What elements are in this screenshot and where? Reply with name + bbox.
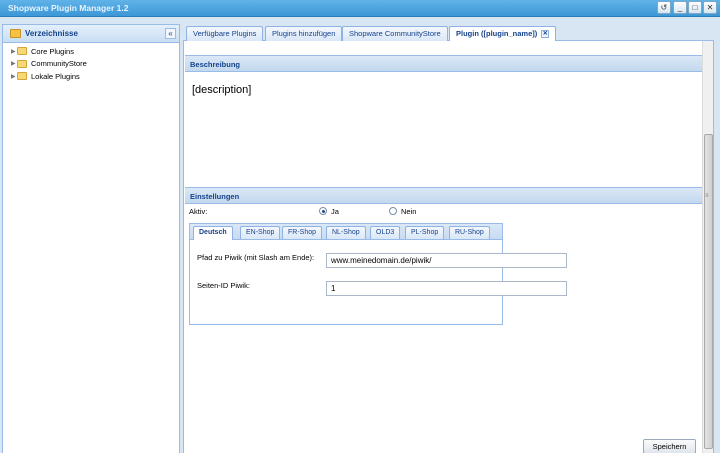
shop-settings-box: Deutsch EN-Shop FR-Shop NL-Shop OLD3 PL-… — [189, 223, 567, 325]
window-title: Shopware Plugin Manager 1.2 — [8, 3, 129, 13]
folder-icon — [17, 47, 27, 56]
active-no-radio[interactable] — [389, 207, 397, 215]
active-label: Aktiv: — [189, 207, 208, 216]
vertical-scrollbar[interactable]: ≡ — [702, 41, 713, 453]
shop-tab-en[interactable]: EN-Shop — [240, 226, 281, 239]
tree-item-lokale-plugins[interactable]: ▶ Lokale Plugins — [3, 70, 179, 83]
active-no-label: Nein — [401, 207, 417, 216]
app-body: Verzeichnisse « ▶ Core Plugins ▶ Communi… — [0, 17, 720, 453]
tree-item-core-plugins[interactable]: ▶ Core Plugins — [3, 45, 179, 58]
tab-plugins-hinzufuegen[interactable]: Plugins hinzufügen — [265, 26, 343, 41]
tab-shopware-communitystore[interactable]: Shopware CommunityStore — [342, 26, 448, 41]
collapse-panel-button[interactable]: « — [165, 28, 176, 39]
tab-label: Verfügbare Plugins — [193, 29, 257, 38]
tree-item-label: Core Plugins — [31, 46, 74, 56]
folder-icon — [10, 29, 21, 38]
settings-heading: Einstellungen — [190, 192, 240, 201]
close-tab-icon[interactable]: ✕ — [541, 30, 550, 39]
piwik-path-label: Pfad zu Piwik (mit Slash am Ende): — [197, 253, 315, 262]
piwik-site-id-label: Seiten-ID Piwik: — [197, 281, 250, 290]
save-button[interactable]: Speichern — [643, 439, 696, 453]
directory-panel-title: Verzeichnisse — [25, 29, 78, 38]
scrollbar-grip-icon: ≡ — [705, 193, 709, 199]
window-titlebar: Shopware Plugin Manager 1.2 ↺ _ □ ✕ — [0, 0, 720, 17]
description-section-header: Beschreibung — [185, 55, 702, 72]
directory-panel: Verzeichnisse « ▶ Core Plugins ▶ Communi… — [2, 24, 180, 453]
shop-tab-pl[interactable]: PL-Shop — [405, 226, 445, 239]
piwik-path-input[interactable]: www.meinedomain.de/piwik/ — [326, 253, 567, 268]
shop-tab-deutsch[interactable]: Deutsch — [193, 226, 233, 240]
piwik-site-id-input[interactable]: 1 — [326, 281, 567, 296]
refresh-window-button[interactable]: ↺ — [657, 1, 671, 14]
main-panel: Verfügbare Plugins Plugins hinzufügen Sh… — [183, 24, 714, 453]
scrollbar-thumb[interactable] — [704, 134, 713, 449]
description-text: [description] — [192, 84, 252, 96]
tree-item-communitystore[interactable]: ▶ CommunityStore — [3, 58, 179, 71]
shop-tab-nl[interactable]: NL-Shop — [326, 226, 366, 239]
description-heading: Beschreibung — [190, 60, 241, 69]
tab-label: Shopware CommunityStore — [349, 29, 441, 38]
main-tab-bar: Verfügbare Plugins Plugins hinzufügen Sh… — [183, 24, 714, 42]
settings-section-header: Einstellungen — [185, 187, 702, 204]
shop-tab-old3[interactable]: OLD3 — [370, 226, 401, 239]
shop-tab-bar: Deutsch EN-Shop FR-Shop NL-Shop OLD3 PL-… — [190, 224, 502, 240]
close-window-button[interactable]: ✕ — [703, 1, 717, 14]
folder-icon — [17, 72, 27, 81]
shop-tab-fr[interactable]: FR-Shop — [282, 226, 323, 239]
tab-label: Plugins hinzufügen — [272, 29, 336, 38]
tab-plugin-detail[interactable]: Plugin ([plugin_name]) ✕ — [449, 26, 557, 42]
tab-label: Plugin ([plugin_name]) — [456, 29, 538, 38]
active-yes-label: Ja — [331, 207, 339, 216]
minimize-window-button[interactable]: _ — [673, 1, 687, 14]
tree-item-label: CommunityStore — [31, 59, 87, 69]
active-yes-radio[interactable] — [319, 207, 327, 215]
tree-item-label: Lokale Plugins — [31, 71, 80, 81]
maximize-window-button[interactable]: □ — [688, 1, 702, 14]
shop-tab-ru[interactable]: RU-Shop — [449, 226, 490, 239]
tab-verfuegbare-plugins[interactable]: Verfügbare Plugins — [186, 26, 264, 41]
plugin-detail-content: Beschreibung [description] Einstellungen… — [183, 41, 714, 453]
folder-icon — [17, 59, 27, 68]
directory-panel-header: Verzeichnisse « — [3, 25, 179, 43]
